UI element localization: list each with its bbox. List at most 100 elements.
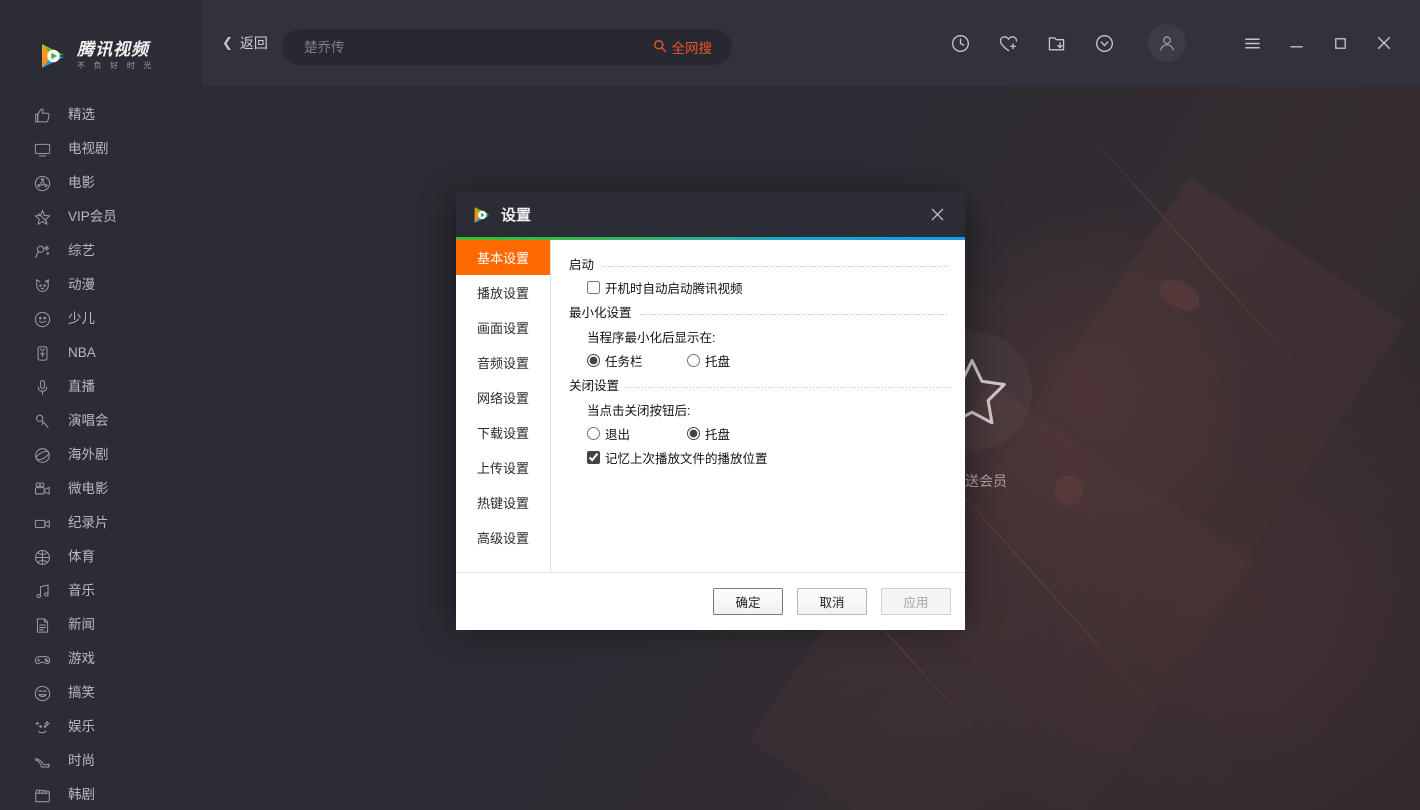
- autostart-row[interactable]: 开机时自动启动腾讯视频: [569, 278, 949, 297]
- play-logo-icon: [472, 205, 492, 225]
- cancel-button[interactable]: 取消: [797, 588, 867, 615]
- handheld-mic-icon: [32, 411, 52, 431]
- sidebar-item-label: 少儿: [68, 311, 95, 326]
- sidebar-item-label: 演唱会: [68, 413, 109, 428]
- sidebar-item-19[interactable]: 娱乐: [0, 710, 202, 744]
- close-icon[interactable]: [917, 192, 957, 237]
- minimize-tray-label[interactable]: 托盘: [705, 351, 730, 370]
- clapperboard-icon: [32, 785, 52, 805]
- ok-button[interactable]: 确定: [713, 588, 783, 615]
- sidebar-item-13[interactable]: 纪录片: [0, 506, 202, 540]
- favorite-icon[interactable]: [990, 25, 1026, 61]
- close-exit-label[interactable]: 退出: [605, 424, 630, 443]
- maximize-button[interactable]: [1325, 26, 1355, 60]
- sidebar-item-10[interactable]: 演唱会: [0, 404, 202, 438]
- sidebar-item-label: 搞笑: [68, 685, 95, 700]
- dialog-tab-2[interactable]: 播放设置: [456, 275, 550, 310]
- sidebar-item-21[interactable]: 韩剧: [0, 778, 202, 810]
- sidebar-item-2[interactable]: 电视剧: [0, 132, 202, 166]
- dialog-tab-5[interactable]: 网络设置: [456, 380, 550, 415]
- autostart-label[interactable]: 开机时自动启动腾讯视频: [605, 278, 743, 297]
- sidebar-item-8[interactable]: NBA: [0, 336, 202, 370]
- minimize-taskbar-label[interactable]: 任务栏: [605, 351, 643, 370]
- section-minimize-title: 最小化设置: [569, 306, 632, 320]
- monitor-icon: [32, 139, 52, 159]
- basketball-icon: [32, 547, 52, 567]
- minimize-taskbar-radio[interactable]: [587, 354, 600, 367]
- sidebar-item-label: 纪录片: [68, 515, 109, 530]
- remember-position-row[interactable]: 记忆上次播放文件的播放位置: [569, 448, 949, 467]
- sidebar-item-12[interactable]: 微电影: [0, 472, 202, 506]
- dialog-tab-9[interactable]: 高级设置: [456, 520, 550, 555]
- sidebar-item-label: 音乐: [68, 583, 95, 598]
- section-divider: [639, 314, 949, 315]
- app-logo[interactable]: 腾讯视频 不 负 好 时 光: [0, 0, 202, 86]
- download-icon[interactable]: [1086, 25, 1122, 61]
- upload-icon[interactable]: [1038, 25, 1074, 61]
- close-option-tray[interactable]: 托盘: [687, 424, 787, 443]
- dialog-tab-4[interactable]: 音频设置: [456, 345, 550, 380]
- logo-title: 腾讯视频: [77, 39, 149, 60]
- sidebar-item-label: 电影: [68, 175, 95, 190]
- search-box[interactable]: 全网搜: [282, 29, 732, 65]
- sidebar-item-label: 精选: [68, 107, 95, 122]
- minimize-option-taskbar[interactable]: 任务栏: [587, 351, 687, 370]
- tencent-video-window: 腾讯视频 不 负 好 时 光 精选电视剧电影 VIP会员综艺动漫少儿 NBA 直播演唱…: [0, 0, 1420, 810]
- dialog-tab-1[interactable]: 基本设置: [456, 240, 550, 275]
- play-logo-icon: [38, 41, 68, 71]
- section-divider: [602, 266, 949, 267]
- sidebar-item-label: 综艺: [68, 243, 95, 258]
- dialog-tab-8[interactable]: 热键设置: [456, 485, 550, 520]
- sidebar-item-5[interactable]: 综艺: [0, 234, 202, 268]
- back-button[interactable]: ❮ 返回: [222, 33, 268, 53]
- close-tray-label[interactable]: 托盘: [705, 424, 730, 443]
- sidebar-item-1[interactable]: 精选: [0, 98, 202, 132]
- autostart-checkbox[interactable]: [587, 281, 600, 294]
- sidebar-item-15[interactable]: 音乐: [0, 574, 202, 608]
- sidebar-item-20[interactable]: 时尚: [0, 744, 202, 778]
- minimize-tray-radio[interactable]: [687, 354, 700, 367]
- menu-button[interactable]: [1237, 26, 1267, 60]
- close-option-exit[interactable]: 退出: [587, 424, 687, 443]
- minimize-prompt: 当程序最小化后显示在:: [587, 331, 716, 345]
- sidebar-item-4[interactable]: VIP会员: [0, 200, 202, 234]
- sidebar-item-6[interactable]: 动漫: [0, 268, 202, 302]
- dialog-tab-7[interactable]: 上传设置: [456, 450, 550, 485]
- close-tray-radio[interactable]: [687, 427, 700, 440]
- dialog-titlebar[interactable]: 设置: [456, 192, 965, 237]
- sidebar-item-14[interactable]: 体育: [0, 540, 202, 574]
- search-input[interactable]: [282, 39, 653, 55]
- sidebar-item-label: 动漫: [68, 277, 95, 292]
- sidebar-item-11[interactable]: 海外剧: [0, 438, 202, 472]
- close-exit-radio[interactable]: [587, 427, 600, 440]
- sidebar-item-16[interactable]: 新闻: [0, 608, 202, 642]
- sidebar-item-18[interactable]: 搞笑: [0, 676, 202, 710]
- sidebar-item-7[interactable]: 少儿: [0, 302, 202, 336]
- remember-position-checkbox[interactable]: [587, 451, 600, 464]
- minimize-button[interactable]: [1281, 26, 1311, 60]
- history-icon[interactable]: [942, 25, 978, 61]
- high-heel-icon: [32, 751, 52, 771]
- dialog-tab-6[interactable]: 下载设置: [456, 415, 550, 450]
- close-radio-group: 退出 托盘: [569, 424, 949, 443]
- remember-position-label[interactable]: 记忆上次播放文件的播放位置: [605, 448, 768, 467]
- basic-settings-panel: 启动 开机时自动启动腾讯视频 最小化设置 当程序最小化后显示在: 任务栏 托盘 …: [551, 240, 965, 572]
- global-search-button[interactable]: 全网搜: [653, 37, 733, 57]
- dialog-tab-3[interactable]: 画面设置: [456, 310, 550, 345]
- dialog-footer: 确定 取消 应用: [456, 572, 965, 630]
- minimize-option-tray[interactable]: 托盘: [687, 351, 787, 370]
- settings-dialog: 设置 基本设置 播放设置 画面设置 音频设置 网络设置 下载设置 上传设置 热键设置 高级设置 …: [456, 192, 965, 630]
- section-divider: [627, 387, 949, 388]
- close-button[interactable]: [1369, 26, 1399, 60]
- sidebar-item-label: 海外剧: [68, 447, 109, 462]
- globe-icon: [32, 445, 52, 465]
- sidebar-item-label: NBA: [68, 345, 96, 360]
- avatar[interactable]: [1148, 24, 1186, 62]
- sidebar-item-17[interactable]: 游戏: [0, 642, 202, 676]
- sidebar-item-9[interactable]: 直播: [0, 370, 202, 404]
- section-startup-header: 启动: [569, 254, 949, 273]
- sidebar: 腾讯视频 不 负 好 时 光 精选电视剧电影 VIP会员综艺动漫少儿 NBA 直播演唱…: [0, 0, 202, 810]
- sidebar-item-label: 电视剧: [68, 141, 109, 156]
- section-close-title: 关闭设置: [569, 379, 620, 393]
- sidebar-item-3[interactable]: 电影: [0, 166, 202, 200]
